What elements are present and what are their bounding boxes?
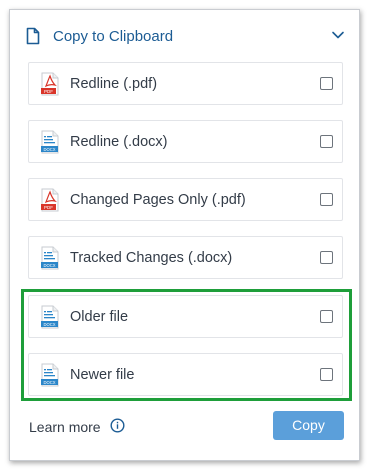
- panel-title: Copy to Clipboard: [53, 28, 174, 45]
- option-checkbox[interactable]: [320, 77, 333, 90]
- option-changed-pages-pdf[interactable]: PDF Changed Pages Only (.pdf): [28, 178, 343, 221]
- docx-badge-text: DOCX: [43, 263, 55, 268]
- option-checkbox[interactable]: [320, 251, 333, 264]
- option-label: Redline (.pdf): [70, 76, 158, 92]
- option-tracked-changes-docx[interactable]: DOCX Tracked Changes (.docx): [28, 236, 343, 279]
- info-icon[interactable]: [110, 418, 125, 433]
- option-label: Older file: [70, 309, 129, 325]
- pdf-file-icon: PDF: [41, 188, 59, 212]
- option-checkbox[interactable]: [320, 368, 333, 381]
- option-checkbox[interactable]: [320, 310, 333, 323]
- pdf-badge-text: PDF: [44, 89, 53, 94]
- learn-more-link[interactable]: Learn more: [29, 418, 101, 436]
- docx-badge-text: DOCX: [43, 322, 55, 327]
- option-label: Tracked Changes (.docx): [70, 250, 233, 266]
- option-redline-pdf[interactable]: PDF Redline (.pdf): [28, 62, 343, 105]
- document-icon: [26, 27, 40, 45]
- pdf-file-icon: PDF: [41, 72, 59, 96]
- pdf-badge-text: PDF: [44, 205, 53, 210]
- option-newer-file[interactable]: DOCX Newer file: [28, 353, 343, 396]
- panel-header[interactable]: Copy to Clipboard: [10, 10, 359, 62]
- option-older-file[interactable]: DOCX Older file: [28, 295, 343, 338]
- docx-file-icon: DOCX: [41, 246, 59, 270]
- chevron-down-icon[interactable]: [331, 28, 345, 42]
- docx-file-icon: DOCX: [41, 130, 59, 154]
- option-checkbox[interactable]: [320, 193, 333, 206]
- docx-badge-text: DOCX: [43, 380, 55, 385]
- docx-file-icon: DOCX: [41, 305, 59, 329]
- docx-badge-text: DOCX: [43, 147, 55, 152]
- option-checkbox[interactable]: [320, 135, 333, 148]
- copy-button[interactable]: Copy: [273, 411, 344, 440]
- option-label: Newer file: [70, 367, 135, 383]
- option-label: Redline (.docx): [70, 134, 168, 150]
- option-redline-docx[interactable]: DOCX Redline (.docx): [28, 120, 343, 163]
- copy-to-clipboard-panel: Copy to Clipboard PDF Redline (.pdf) DOC…: [9, 9, 360, 461]
- option-label: Changed Pages Only (.pdf): [70, 192, 246, 208]
- docx-file-icon: DOCX: [41, 363, 59, 387]
